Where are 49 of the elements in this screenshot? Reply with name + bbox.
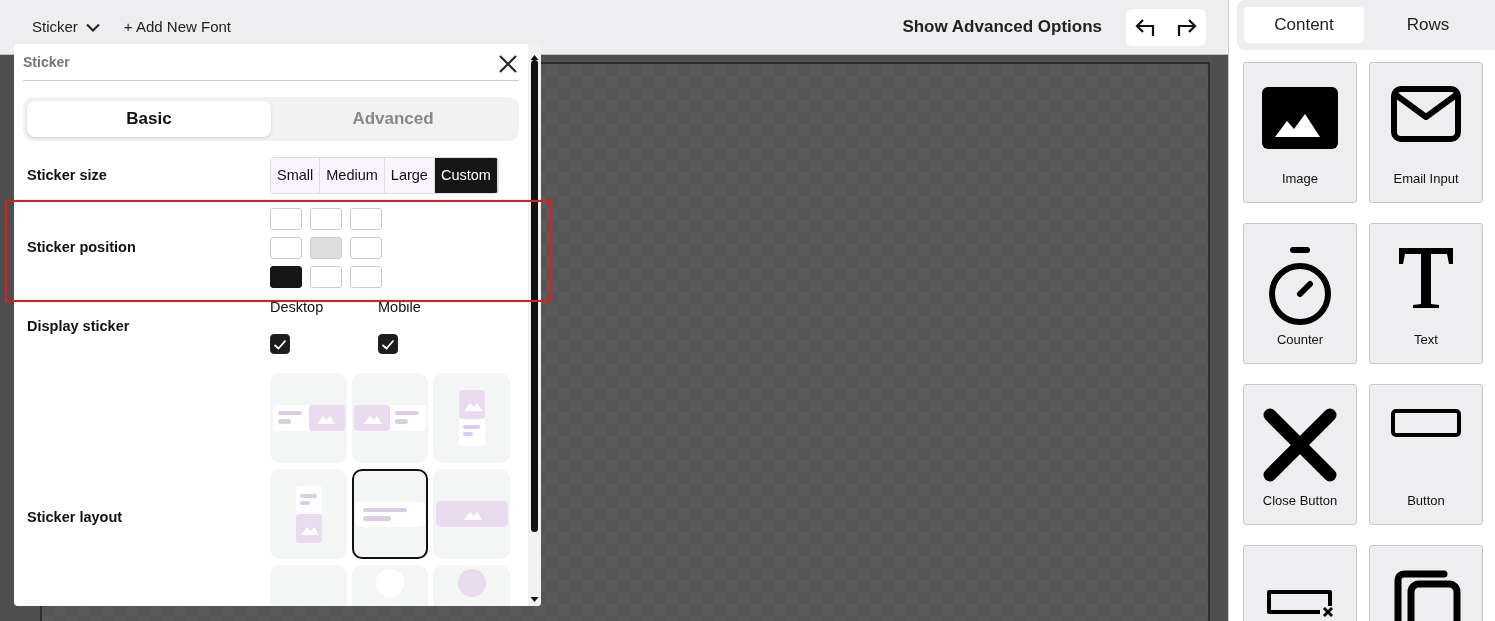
element-tile[interactable]: Counter [1243, 223, 1357, 364]
element-tile[interactable]: Button [1369, 384, 1483, 525]
checkbox-label: Desktop [270, 297, 325, 317]
setting-label: Sticker layout [26, 508, 124, 527]
size-option[interactable]: Large [384, 158, 435, 193]
position-cell[interactable] [270, 265, 302, 288]
size-option[interactable]: Custom [434, 158, 498, 193]
chevron-down-icon [85, 22, 100, 32]
sticker-dropdown[interactable]: Sticker [32, 15, 100, 39]
element-tile[interactable]: Image [1243, 62, 1357, 203]
redo-button[interactable] [1166, 8, 1206, 46]
close-icon [498, 53, 518, 74]
check-icon [273, 338, 287, 350]
sidebar-tab[interactable]: Rows [1368, 7, 1488, 43]
layout-thumbnail-icon [295, 485, 322, 543]
add-font-link[interactable]: + Add New Font [123, 15, 231, 39]
layout-thumbnail-icon [272, 405, 345, 431]
envelope-icon [1390, 85, 1462, 143]
button-outline-icon [1390, 407, 1462, 439]
scrollbar[interactable] [528, 44, 541, 606]
check-icon [381, 338, 395, 350]
advanced-options-button[interactable]: Show Advanced Options [902, 14, 1102, 40]
element-tile[interactable]: Text [1369, 223, 1483, 364]
layout-thumbnail-icon [458, 390, 485, 446]
setting-label: Sticker size [26, 165, 108, 185]
panel-title: Sticker [23, 52, 70, 72]
panel-tab[interactable]: Basic [27, 101, 271, 137]
checkbox-label: Mobile [378, 297, 422, 317]
close-icon [1262, 407, 1338, 483]
layout-thumbnail-icon [355, 501, 425, 527]
stopwatch-icon [1267, 246, 1333, 328]
undo-button[interactable] [1126, 8, 1166, 46]
undo-icon [1135, 17, 1157, 37]
letter-t-icon [1396, 246, 1456, 310]
element-tile[interactable]: Email Input [1369, 62, 1483, 203]
image-icon [1260, 85, 1340, 151]
redo-icon [1175, 17, 1197, 37]
layout-thumbnail-icon [435, 501, 508, 527]
checkbox[interactable] [378, 334, 398, 355]
setting-label: Display sticker [26, 316, 131, 336]
setting-label: Sticker position [26, 237, 137, 257]
size-option[interactable]: Medium [320, 158, 385, 193]
sidebar-tab[interactable]: Content [1244, 7, 1364, 43]
checkbox[interactable] [270, 334, 290, 355]
element-tile[interactable]: Close Button [1243, 384, 1357, 525]
layout-option[interactable] [352, 469, 428, 559]
size-option[interactable]: Small [271, 158, 321, 193]
layout-thumbnail-icon [354, 405, 426, 431]
layout-thumbnail-icon [457, 569, 486, 597]
